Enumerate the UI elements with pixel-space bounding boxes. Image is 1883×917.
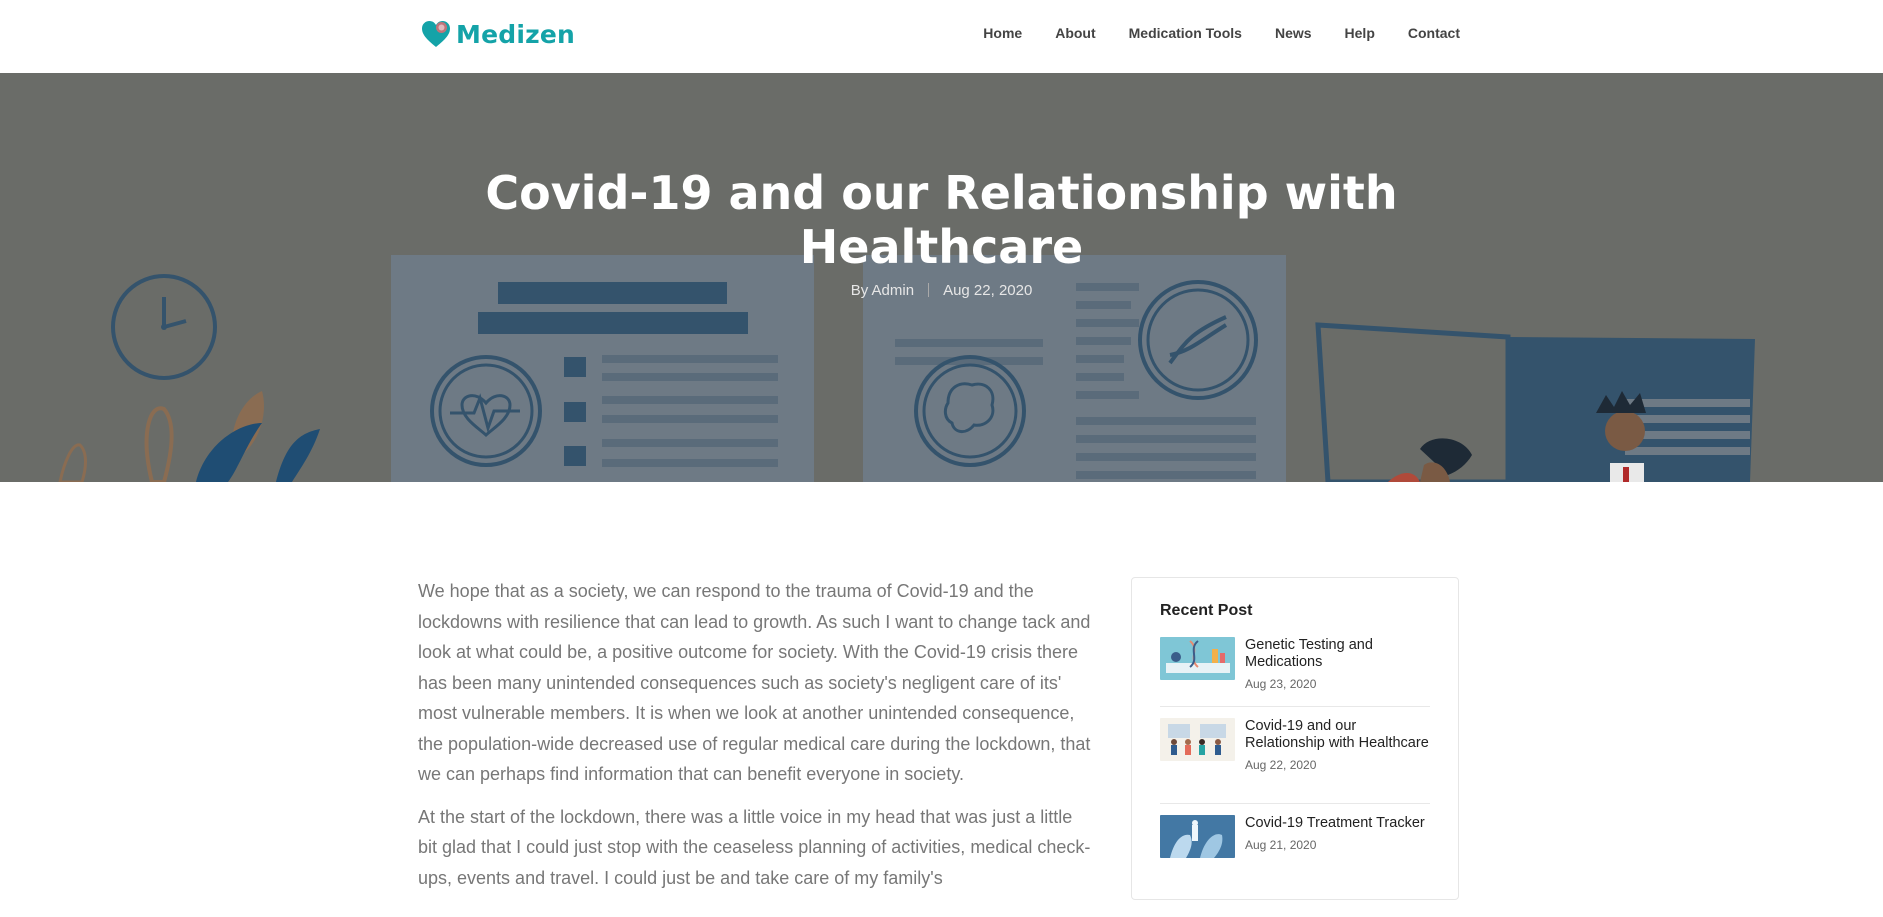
article-paragraph: We hope that as a society, we can respon… — [418, 581, 1091, 784]
brand-name: Medizen — [456, 19, 576, 49]
page-title-line1: Covid-19 and our Relationship with — [485, 166, 1398, 220]
meta-divider — [928, 283, 930, 297]
lab-gloves-thumbnail[interactable] — [1160, 815, 1235, 858]
recent-post-item[interactable]: Covid-19 Treatment Tracker Aug 21, 2020 — [1160, 815, 1430, 858]
recent-post-info: Covid-19 Treatment Tracker Aug 21, 2020 — [1245, 815, 1425, 858]
post-author[interactable]: By Admin — [851, 282, 914, 299]
logo[interactable]: Medizen — [420, 18, 575, 50]
post-date: Aug 22, 2020 — [943, 282, 1033, 299]
list-divider — [1160, 706, 1430, 707]
article-body: We hope that as a society, we can respon… — [418, 576, 1094, 905]
heart-pill-logo-icon — [422, 21, 450, 47]
hero-banner: Covid-19 and our Relationship with Healt… — [0, 73, 1883, 482]
recent-post-date: Aug 21, 2020 — [1245, 838, 1317, 852]
recent-post-title[interactable]: Covid-19 Treatment Tracker — [1245, 815, 1425, 832]
recent-posts-heading: Recent Post — [1160, 602, 1253, 619]
nav-medication-tools[interactable]: Medication Tools — [1129, 25, 1242, 41]
people-healthcare-thumbnail[interactable] — [1160, 718, 1235, 761]
list-divider — [1160, 803, 1430, 804]
recent-post-title[interactable]: Covid-19 and our Relationship with Healt… — [1245, 718, 1430, 752]
recent-post-date: Aug 23, 2020 — [1245, 677, 1317, 691]
site-header: Medizen Home About Medication Tools News… — [0, 0, 1883, 73]
recent-post-item[interactable]: Genetic Testing and Medications Aug 23, … — [1160, 637, 1430, 691]
main-nav: Home About Medication Tools News Help Co… — [983, 25, 1460, 41]
dna-lab-thumbnail[interactable] — [1160, 637, 1235, 680]
recent-post-item[interactable]: Covid-19 and our Relationship with Healt… — [1160, 718, 1430, 772]
article-paragraph: At the start of the lockdown, there was … — [418, 806, 1091, 888]
healthcare-illustration — [58, 255, 1755, 482]
nav-home[interactable]: Home — [983, 25, 1022, 41]
page-title-line2: Healthcare — [799, 220, 1084, 274]
nav-news[interactable]: News — [1275, 25, 1312, 41]
nav-help[interactable]: Help — [1345, 25, 1375, 41]
nav-about[interactable]: About — [1055, 25, 1095, 41]
post-meta: By Admin Aug 22, 2020 — [0, 282, 1883, 299]
recent-post-date: Aug 22, 2020 — [1245, 758, 1317, 772]
recent-posts-widget: Recent Post Genetic Testing and Medicati… — [1131, 577, 1459, 900]
recent-post-info: Genetic Testing and Medications Aug 23, … — [1245, 637, 1430, 691]
recent-post-info: Covid-19 and our Relationship with Healt… — [1245, 718, 1430, 772]
page-title: Covid-19 and our Relationship with Healt… — [0, 166, 1883, 274]
nav-contact[interactable]: Contact — [1408, 25, 1460, 41]
recent-post-title[interactable]: Genetic Testing and Medications — [1245, 637, 1430, 671]
